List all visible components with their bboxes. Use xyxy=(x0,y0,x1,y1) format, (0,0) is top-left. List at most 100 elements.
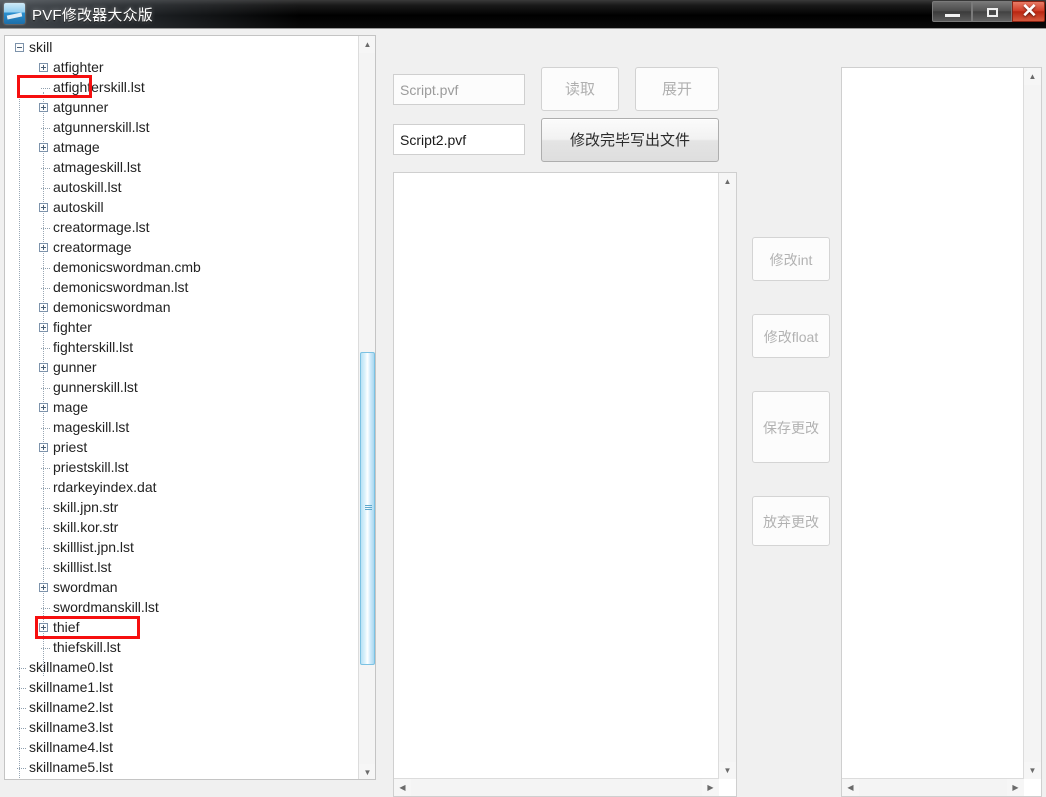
detail-panel[interactable]: ▲ ▼ ◀ ▶ xyxy=(841,67,1042,797)
maximize-button[interactable] xyxy=(972,1,1012,22)
tree-item[interactable]: skilllist.lst xyxy=(5,558,357,578)
app-logo-icon xyxy=(4,3,25,24)
tree-item[interactable]: atfighter xyxy=(5,58,357,78)
expand-plus-icon[interactable] xyxy=(39,403,48,412)
tree-item[interactable]: skill xyxy=(5,38,357,58)
window-titlebar: PVF修改器大众版 ✕ xyxy=(0,0,1046,28)
tree-item[interactable]: atfighterskill.lst xyxy=(5,78,357,98)
tree-item[interactable]: atmageskill.lst xyxy=(5,158,357,178)
script-content-panel[interactable]: ▲ ▼ ◀ ▶ xyxy=(393,172,737,797)
output-file-input[interactable]: Script2.pvf xyxy=(393,124,525,155)
edit-float-button[interactable]: 修改float xyxy=(752,314,830,358)
tree-item[interactable]: mageskill.lst xyxy=(5,418,357,438)
tree-connector-icon xyxy=(41,468,50,470)
tree-item[interactable]: atgunner xyxy=(5,98,357,118)
tree-item[interactable]: skilllist.jpn.lst xyxy=(5,538,357,558)
scroll-right-icon[interactable]: ▶ xyxy=(1007,779,1024,796)
tree-item[interactable]: skill.jpn.str xyxy=(5,498,357,518)
window-title: PVF修改器大众版 xyxy=(32,7,153,24)
write-file-button[interactable]: 修改完毕写出文件 xyxy=(541,118,719,162)
expand-plus-icon[interactable] xyxy=(39,323,48,332)
expand-plus-icon[interactable] xyxy=(39,203,48,212)
tree-item-label: priestskill.lst xyxy=(53,459,129,475)
edit-int-button[interactable]: 修改int xyxy=(752,237,830,281)
script-vertical-scrollbar[interactable]: ▲ ▼ xyxy=(718,173,736,779)
tree-item-label: priest xyxy=(53,439,88,455)
script-content-area[interactable] xyxy=(394,173,718,778)
save-changes-button[interactable]: 保存更改 xyxy=(752,391,830,463)
scroll-left-icon[interactable]: ◀ xyxy=(394,779,411,796)
tree-item[interactable]: creatormage.lst xyxy=(5,218,357,238)
tree-item[interactable]: mage xyxy=(5,398,357,418)
script-horizontal-scrollbar[interactable]: ◀ ▶ xyxy=(394,778,719,796)
tree-item[interactable]: atmage xyxy=(5,138,357,158)
tree-connector-icon xyxy=(41,648,50,650)
tree-item[interactable]: skillname1.lst xyxy=(5,678,357,698)
read-button[interactable]: 读取 xyxy=(541,67,619,111)
scroll-down-icon[interactable]: ▼ xyxy=(1024,762,1041,779)
expand-plus-icon[interactable] xyxy=(39,583,48,592)
tree-item[interactable]: skillname3.lst xyxy=(5,718,357,738)
tree-item[interactable]: creatormage xyxy=(5,238,357,258)
tree-scrollbar-thumb[interactable] xyxy=(360,352,375,665)
tree-item[interactable]: swordman xyxy=(5,578,357,598)
tree-item[interactable]: skillname0.lst xyxy=(5,658,357,678)
tree-item[interactable]: priestskill.lst xyxy=(5,458,357,478)
tree-connector-icon xyxy=(17,728,26,730)
detail-horizontal-scrollbar[interactable]: ◀ ▶ xyxy=(842,778,1024,796)
file-tree[interactable]: skill atfighter atfighterskill.lst atgunner… xyxy=(5,36,357,779)
source-file-input[interactable]: Script.pvf xyxy=(393,74,525,105)
tree-item[interactable]: skillname4.lst xyxy=(5,738,357,758)
expand-plus-icon[interactable] xyxy=(39,143,48,152)
tree-item[interactable]: autoskill.lst xyxy=(5,178,357,198)
discard-changes-button[interactable]: 放弃更改 xyxy=(752,496,830,546)
tree-connector-icon xyxy=(41,168,50,170)
tree-vertical-scrollbar[interactable]: ▲ ▼ xyxy=(358,36,375,779)
tree-item[interactable]: rdarkeyindex.dat xyxy=(5,478,357,498)
close-button[interactable]: ✕ xyxy=(1012,1,1045,22)
tree-item[interactable]: skillname5.lst xyxy=(5,758,357,778)
expand-plus-icon[interactable] xyxy=(39,243,48,252)
tree-item[interactable]: priest xyxy=(5,438,357,458)
tree-connector-icon xyxy=(41,608,50,610)
scroll-down-icon[interactable]: ▼ xyxy=(359,764,375,779)
tree-item[interactable]: demonicswordman xyxy=(5,298,357,318)
tree-item[interactable]: swordmanskill.lst xyxy=(5,598,357,618)
expand-button[interactable]: 展开 xyxy=(635,67,719,111)
tree-item-label: skillname0.lst xyxy=(29,659,114,675)
tree-item[interactable]: autoskill xyxy=(5,198,357,218)
tree-item[interactable]: atgunnerskill.lst xyxy=(5,118,357,138)
scroll-down-icon[interactable]: ▼ xyxy=(719,762,736,779)
tree-item[interactable]: demonicswordman.lst xyxy=(5,278,357,298)
scroll-up-icon[interactable]: ▲ xyxy=(359,36,375,53)
tree-item[interactable]: fighterskill.lst xyxy=(5,338,357,358)
tree-item[interactable]: gunnerskill.lst xyxy=(5,378,357,398)
detail-content-area[interactable] xyxy=(842,68,1023,778)
expand-plus-icon[interactable] xyxy=(39,443,48,452)
expand-plus-icon[interactable] xyxy=(39,623,48,632)
scroll-up-icon[interactable]: ▲ xyxy=(1024,68,1041,85)
expand-plus-icon[interactable] xyxy=(39,103,48,112)
tree-item-label: rdarkeyindex.dat xyxy=(53,479,157,495)
scroll-right-icon[interactable]: ▶ xyxy=(702,779,719,796)
tree-item[interactable]: skill.kor.str xyxy=(5,518,357,538)
expand-plus-icon[interactable] xyxy=(39,363,48,372)
scroll-left-icon[interactable]: ◀ xyxy=(842,779,859,796)
tree-item[interactable]: skillname2.lst xyxy=(5,698,357,718)
expand-plus-icon[interactable] xyxy=(39,63,48,72)
tree-item[interactable]: thiefskill.lst xyxy=(5,638,357,658)
tree-item[interactable]: fighter xyxy=(5,318,357,338)
client-area: skill atfighter atfighterskill.lst atgunner… xyxy=(0,28,1046,797)
tree-connector-icon xyxy=(41,508,50,510)
tree-item-label: swordman xyxy=(53,579,118,595)
detail-vertical-scrollbar[interactable]: ▲ ▼ xyxy=(1023,68,1041,779)
tree-item-label: fighterskill.lst xyxy=(53,339,134,355)
tree-connector-icon xyxy=(41,548,50,550)
expand-plus-icon[interactable] xyxy=(39,303,48,312)
scroll-up-icon[interactable]: ▲ xyxy=(719,173,736,190)
collapse-minus-icon[interactable] xyxy=(15,43,24,52)
tree-item[interactable]: gunner xyxy=(5,358,357,378)
tree-item[interactable]: thief xyxy=(5,618,357,638)
minimize-button[interactable] xyxy=(932,1,972,22)
tree-item[interactable]: demonicswordman.cmb xyxy=(5,258,357,278)
